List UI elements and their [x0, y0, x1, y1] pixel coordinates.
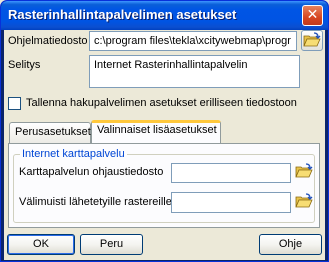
dialog-body: Ohjelmatiedosto c:\program files\tekla\x… — [4, 30, 325, 260]
cache-label: Välimuisti lähetetyille rastereille — [19, 196, 172, 208]
window-title: Rasterinhallintapalvelimen asetukset — [8, 7, 237, 22]
folder-open-icon — [303, 32, 321, 47]
program-folder-browse-button[interactable] — [301, 30, 323, 51]
dialog-window: Rasterinhallintapalvelimen asetukset ✕ O… — [0, 0, 329, 262]
description-input[interactable]: Internet Rasterinhallintapalvelin — [89, 55, 300, 88]
cache-browse-button[interactable] — [294, 192, 316, 213]
config-file-label: Karttapalvelun ohjaustiedosto — [19, 166, 164, 178]
ok-button[interactable]: OK — [7, 234, 75, 255]
cancel-button[interactable]: Peru — [80, 234, 143, 255]
internet-map-service-group: Internet karttapalvelu Karttapalvelun oh… — [13, 148, 316, 223]
group-title: Internet karttapalvelu — [20, 148, 127, 160]
help-button[interactable]: Ohje — [259, 234, 322, 255]
save-separately-checkbox[interactable] — [8, 97, 21, 110]
program-folder-label: Ohjelmatiedosto — [8, 35, 88, 47]
save-separately-label: Tallenna hakupalvelimen asetukset erilli… — [26, 97, 297, 109]
title-bar[interactable]: Rasterinhallintapalvelimen asetukset ✕ — [1, 1, 328, 30]
folder-open-icon — [295, 163, 313, 178]
tab-valinnaiset-lisaasetukset[interactable]: Valinnaiset lisäasetukset — [91, 120, 221, 143]
config-file-input[interactable] — [171, 163, 291, 183]
folder-open-icon — [295, 193, 313, 208]
tab-panel: Internet karttapalvelu Karttapalvelun oh… — [8, 143, 320, 228]
description-label: Selitys — [8, 59, 41, 71]
program-folder-input[interactable]: c:\program files\tekla\xcitywebmap\progr — [89, 31, 297, 51]
config-file-browse-button[interactable] — [294, 162, 316, 183]
close-icon[interactable]: ✕ — [302, 5, 323, 26]
cache-input[interactable] — [171, 192, 291, 213]
tab-perusasetukset[interactable]: Perusasetukset — [9, 122, 91, 143]
